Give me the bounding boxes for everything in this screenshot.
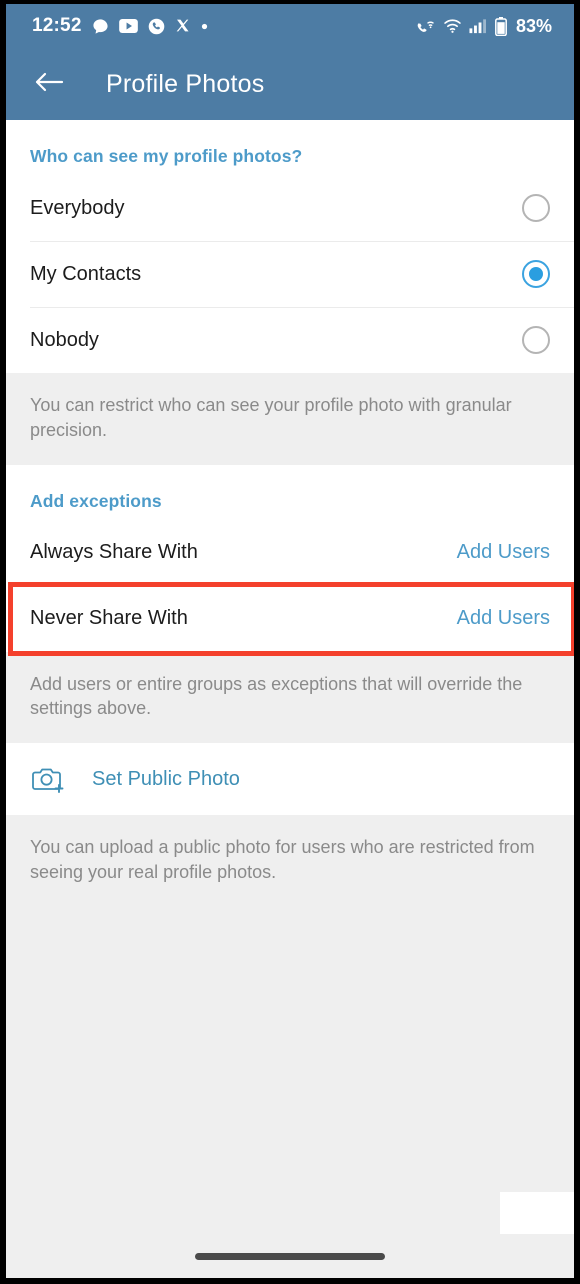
app-bar: Profile Photos xyxy=(6,48,574,120)
exception-row-never-share[interactable]: Never Share With Add Users xyxy=(6,585,574,652)
dot-icon xyxy=(201,23,208,30)
bezel-left xyxy=(0,0,6,1284)
set-public-photo-button[interactable]: Set Public Photo xyxy=(6,743,574,816)
add-users-button-always-share[interactable]: Add Users xyxy=(457,541,550,564)
exception-label-always-share: Always Share With xyxy=(30,541,198,564)
battery-percent-label: 83% xyxy=(515,15,552,36)
exception-label-never-share: Never Share With xyxy=(30,607,188,630)
option-row-my-contacts[interactable]: My Contacts xyxy=(6,241,574,307)
option-label-my-contacts: My Contacts xyxy=(30,262,142,285)
signal-bars-icon xyxy=(469,18,488,34)
youtube-icon xyxy=(118,19,138,33)
option-label-nobody: Nobody xyxy=(30,328,99,351)
navigation-bar xyxy=(6,1234,574,1278)
bezel-bottom xyxy=(0,1278,580,1284)
visibility-description: You can restrict who can see your profil… xyxy=(6,373,574,465)
battery-icon xyxy=(495,16,507,36)
chat-bubble-icon xyxy=(92,18,109,35)
arrow-left-icon xyxy=(34,70,64,99)
home-gesture-bar[interactable] xyxy=(195,1252,385,1260)
visibility-section: Who can see my profile photos? Everybody… xyxy=(6,120,574,373)
radio-my-contacts[interactable] xyxy=(522,260,550,288)
status-bar-right: 83% xyxy=(416,16,552,37)
phone-screen: 12:52 83% Profile Photos Who can see my … xyxy=(0,0,580,1284)
phone-circle-icon xyxy=(148,18,165,35)
public-photo-description: You can upload a public photo for users … xyxy=(6,815,574,907)
option-row-everybody[interactable]: Everybody xyxy=(6,175,574,241)
bezel-top xyxy=(0,0,580,4)
status-bar-clock: 12:52 xyxy=(32,15,82,36)
wifi-icon xyxy=(443,18,462,34)
exception-row-always-share[interactable]: Always Share With Add Users xyxy=(6,519,574,586)
radio-everybody[interactable] xyxy=(522,194,550,222)
back-button[interactable] xyxy=(32,67,66,101)
camera-add-icon xyxy=(30,760,68,798)
status-bar-left: 12:52 xyxy=(32,15,208,37)
exceptions-section-title: Add exceptions xyxy=(30,490,162,511)
call-wifi-icon xyxy=(416,17,436,35)
add-users-button-never-share[interactable]: Add Users xyxy=(457,607,550,630)
set-public-photo-label: Set Public Photo xyxy=(92,767,240,790)
radio-nobody[interactable] xyxy=(522,326,550,354)
status-bar: 12:52 83% xyxy=(6,4,574,48)
page-title: Profile Photos xyxy=(106,69,265,98)
x-twitter-icon xyxy=(175,18,191,34)
visibility-section-title: Who can see my profile photos? xyxy=(30,146,303,166)
public-photo-section: Set Public Photo xyxy=(6,743,574,816)
exceptions-description: Add users or entire groups as exceptions… xyxy=(6,651,574,744)
option-label-everybody: Everybody xyxy=(30,196,125,219)
exceptions-section: Add exceptions Always Share With Add Use… xyxy=(6,464,574,656)
bezel-right xyxy=(574,0,580,1284)
highlighted-row-wrapper: Never Share With Add Users xyxy=(6,581,574,656)
option-row-nobody[interactable]: Nobody xyxy=(6,307,574,373)
settings-content: Who can see my profile photos? Everybody… xyxy=(6,120,574,1278)
